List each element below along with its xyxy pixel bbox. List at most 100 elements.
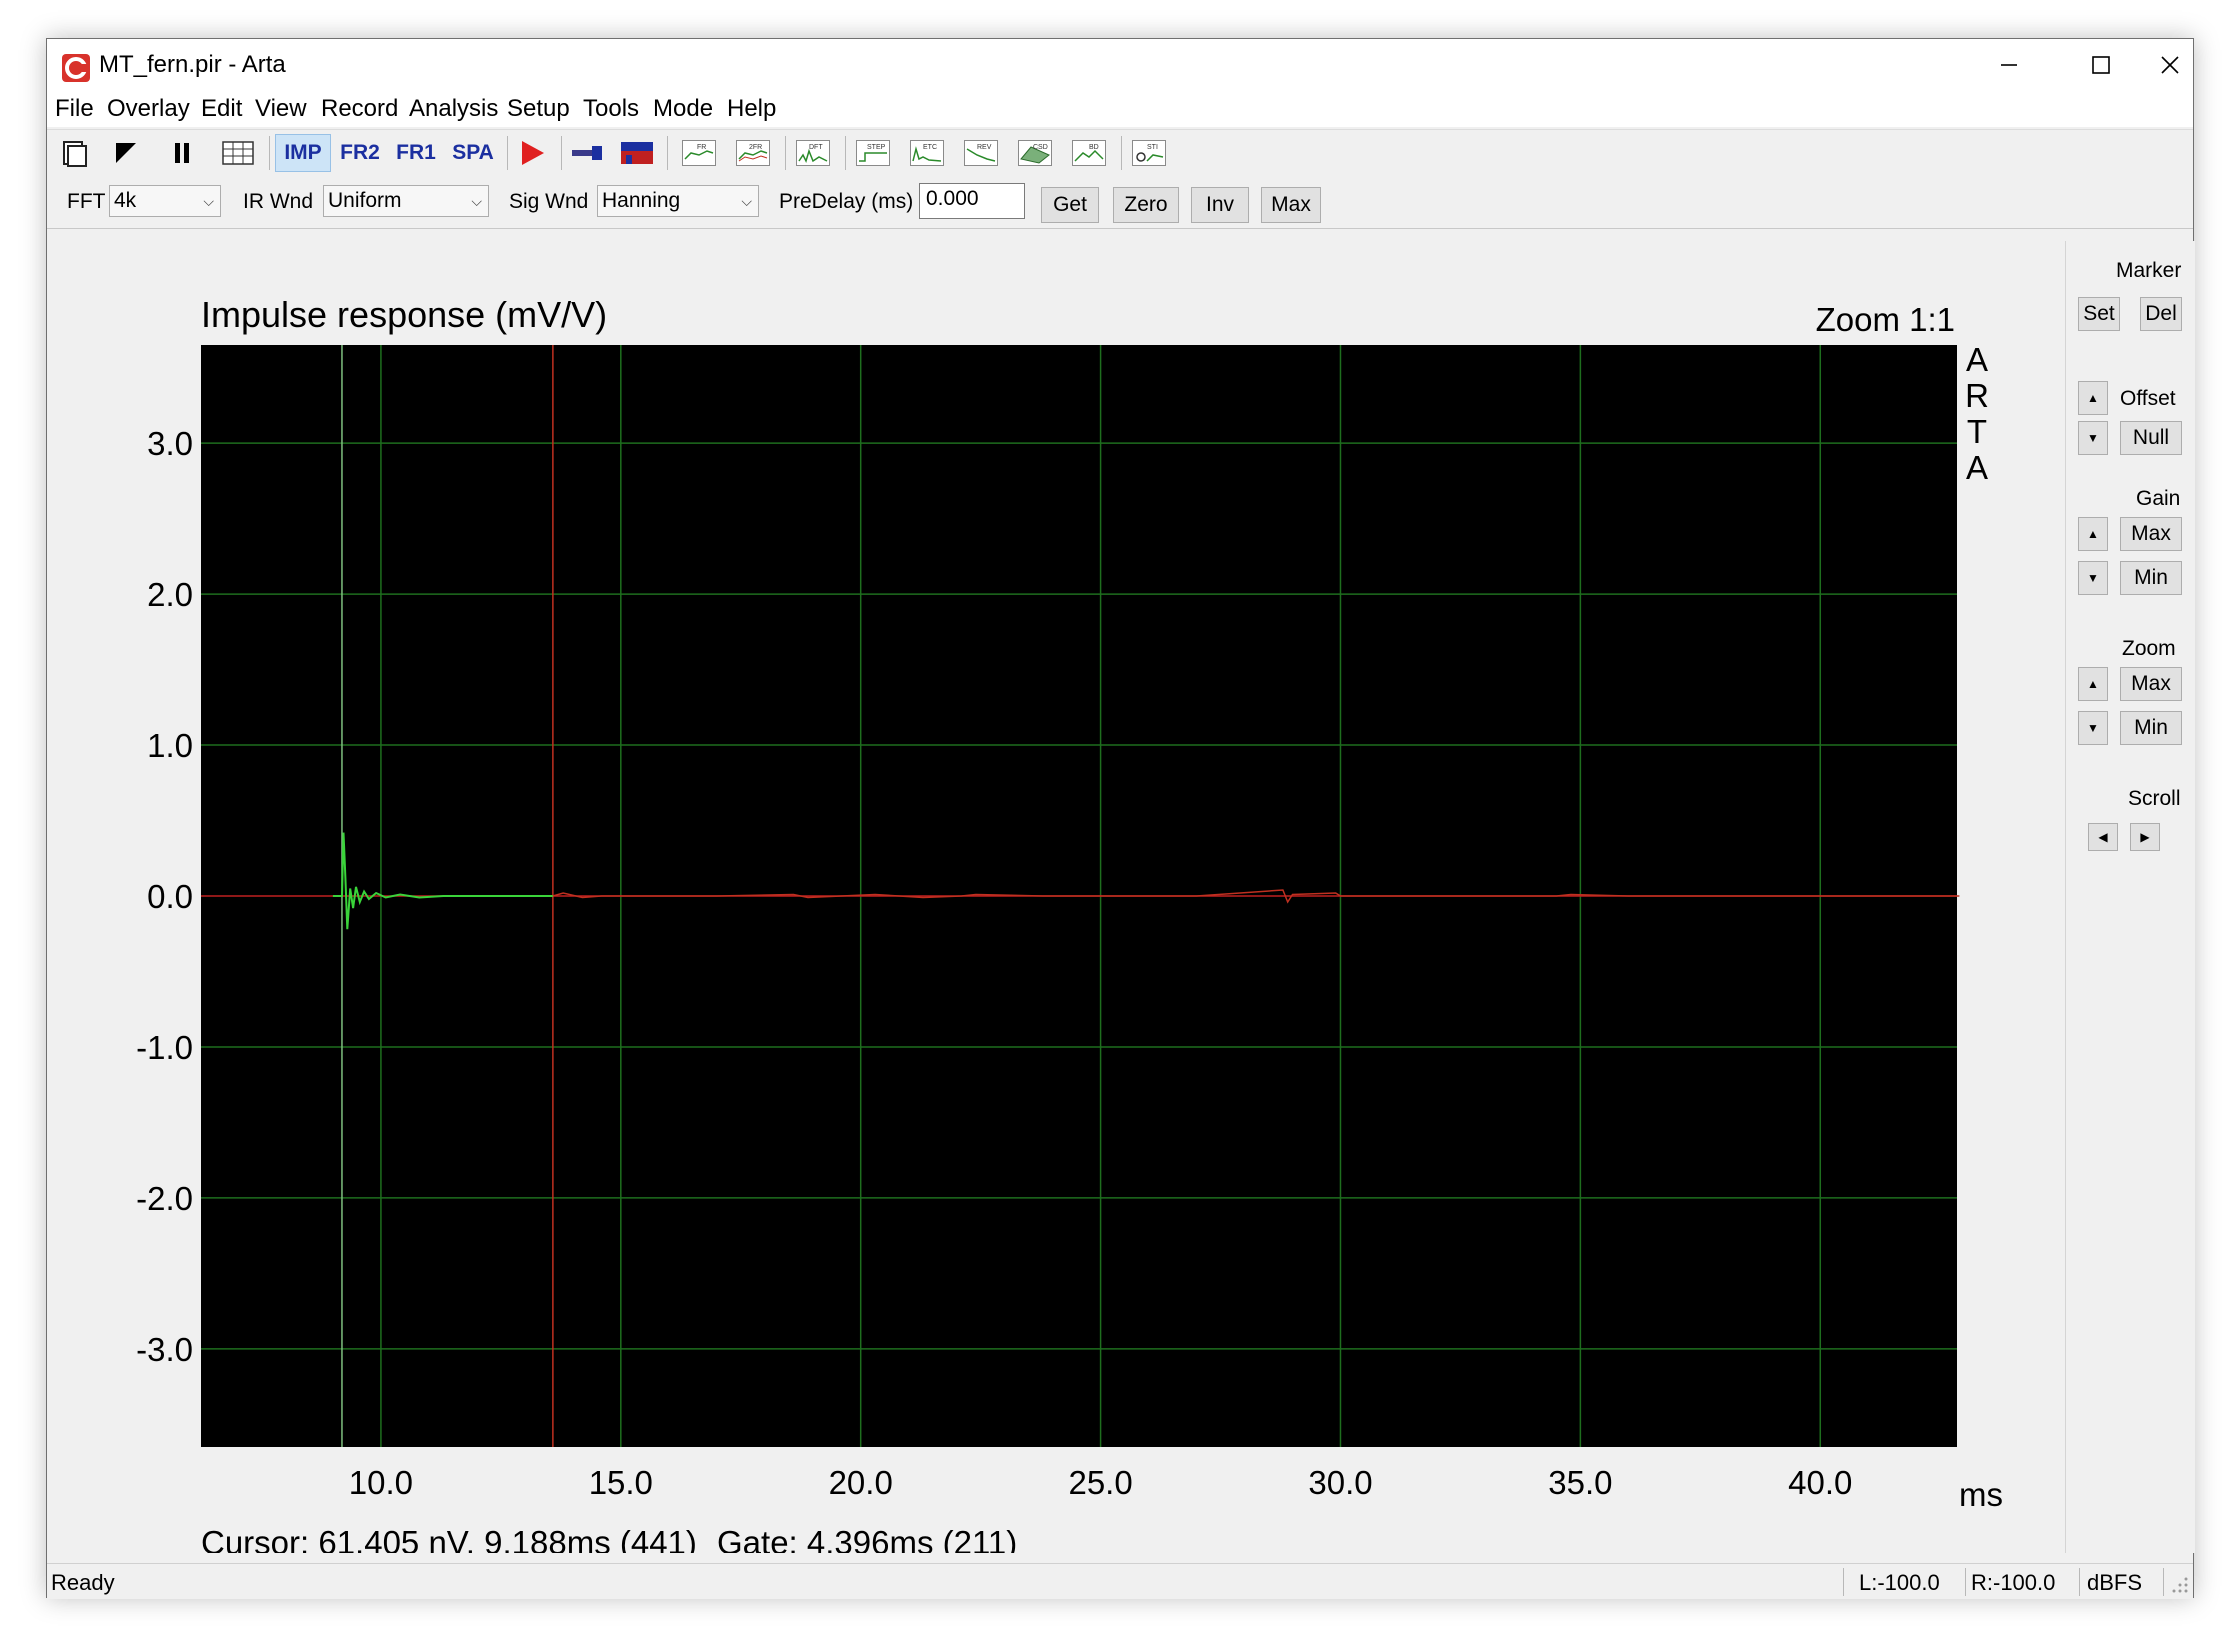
sig-wnd-select[interactable]: Hanning ⌵ <box>597 185 759 217</box>
chart-fr-button[interactable]: FR <box>677 134 721 172</box>
menu-edit[interactable]: Edit <box>201 95 242 123</box>
chevron-down-icon: ⌵ <box>203 193 214 209</box>
chart-csd-button[interactable]: CSD <box>1013 134 1057 172</box>
gate-readout: Gate: 4.396ms (211) <box>717 1524 1017 1553</box>
y-tick-label: -3.0 <box>136 1331 193 1368</box>
ir-wnd-select-value: Uniform <box>328 189 402 212</box>
window-title: MT_fern.pir - Arta <box>99 51 286 78</box>
record-button[interactable] <box>511 134 553 172</box>
gain-up-button[interactable]: ▲ <box>2078 517 2108 551</box>
gain-min-button[interactable]: Min <box>2120 561 2182 595</box>
gain-max-button[interactable]: Max <box>2120 517 2182 551</box>
single-shot-button[interactable] <box>107 134 145 172</box>
impulse-response-chart[interactable]: Impulse response (mV/V) Zoom 1:1 10.0 15.… <box>51 241 2065 1561</box>
mode-fr2-button[interactable]: FR2 <box>333 134 387 172</box>
y-tick-label: -2.0 <box>136 1180 193 1217</box>
scroll-left-button[interactable]: ◀ <box>2088 823 2118 851</box>
chevron-down-icon: ⌵ <box>741 193 752 209</box>
mode-fr2-label: FR2 <box>340 141 380 164</box>
marker-del-button[interactable]: Del <box>2140 297 2182 331</box>
resize-grip-icon[interactable] <box>2171 1576 2189 1594</box>
menu-help[interactable]: Help <box>727 95 776 123</box>
watermark-letter: T <box>1967 413 1987 450</box>
arrow-down-icon: ▼ <box>2087 721 2099 735</box>
marker-set-button[interactable]: Set <box>2078 297 2120 331</box>
get-button[interactable]: Get <box>1041 187 1099 223</box>
chart-bd-text: BD <box>1089 144 1099 151</box>
arrow-down-icon: ▼ <box>2087 431 2099 445</box>
arrow-up-icon: ▲ <box>2087 527 2099 541</box>
y-tick-label: 0.0 <box>147 878 193 915</box>
chart-2fr-text: 2FR <box>749 144 762 151</box>
new-button[interactable] <box>55 134 93 172</box>
maximize-button[interactable] <box>2055 39 2147 91</box>
max-button[interactable]: Max <box>1261 187 1321 223</box>
chart-bd-button[interactable]: BD <box>1067 134 1111 172</box>
chart-rev-text: REV <box>977 144 992 151</box>
zoom-down-button[interactable]: ▼ <box>2078 711 2108 745</box>
x-tick-label: 10.0 <box>349 1464 413 1501</box>
offset-down-button[interactable]: ▼ <box>2078 421 2108 455</box>
y-tick-label: -1.0 <box>136 1029 193 1066</box>
chart-etc-button[interactable]: ETC <box>905 134 949 172</box>
zoom-up-button[interactable]: ▲ <box>2078 667 2108 701</box>
maximize-icon <box>2092 56 2110 74</box>
chart-dft-button[interactable]: DFT <box>791 134 835 172</box>
gain-down-button[interactable]: ▼ <box>2078 561 2108 595</box>
menu-view[interactable]: View <box>255 95 307 123</box>
mode-fr1-button[interactable]: FR1 <box>389 134 443 172</box>
arrow-down-icon: ▼ <box>2087 571 2099 585</box>
chart-title: Impulse response (mV/V) <box>201 294 607 335</box>
menu-bar: File Overlay Edit View Record Analysis S… <box>47 91 2193 127</box>
y-tick-label: 1.0 <box>147 727 193 764</box>
menu-analysis[interactable]: Analysis <box>409 95 498 123</box>
ir-wnd-select[interactable]: Uniform ⌵ <box>323 185 489 217</box>
mode-imp-button[interactable]: IMP <box>275 134 331 172</box>
single-shot-icon <box>116 143 136 163</box>
chart-sti-button[interactable]: STI <box>1127 134 1171 172</box>
minimize-icon <box>2001 64 2017 66</box>
spectrogram-button[interactable] <box>617 134 657 172</box>
menu-setup[interactable]: Setup <box>507 95 570 123</box>
zoom-min-button[interactable]: Min <box>2120 711 2182 745</box>
step-chart-icon: STEP <box>856 140 890 166</box>
arta-watermark: ARTA <box>1965 341 1989 486</box>
csd-chart-icon: CSD <box>1018 140 1052 166</box>
watermark-letter: R <box>1965 377 1989 414</box>
offset-null-button[interactable]: Null <box>2120 421 2182 455</box>
title-bar[interactable]: MT_fern.pir - Arta <box>47 39 2193 91</box>
2fr-chart-icon: 2FR <box>736 140 770 166</box>
minimize-button[interactable] <box>1963 39 2055 91</box>
new-document-icon <box>63 141 87 167</box>
predelay-input[interactable]: 0.000 <box>919 183 1025 219</box>
etc-chart-icon: ETC <box>910 140 944 166</box>
plot-area: Impulse response (mV/V) Zoom 1:1 10.0 15.… <box>51 241 2065 1561</box>
menu-record[interactable]: Record <box>321 95 398 123</box>
menu-file[interactable]: File <box>55 95 94 123</box>
menu-tools[interactable]: Tools <box>583 95 639 123</box>
zoom-max-button[interactable]: Max <box>2120 667 2182 701</box>
menu-mode[interactable]: Mode <box>653 95 713 123</box>
x-tick-label: 15.0 <box>589 1464 653 1501</box>
fft-select[interactable]: 4k ⌵ <box>109 185 221 217</box>
table-button[interactable] <box>219 134 257 172</box>
predelay-label: PreDelay (ms) <box>779 190 914 213</box>
chart-rev-button[interactable]: REV <box>959 134 1003 172</box>
fft-select-value: 4k <box>114 189 137 212</box>
inv-button[interactable]: Inv <box>1191 187 1249 223</box>
offset-up-button[interactable]: ▲ <box>2078 381 2108 415</box>
sti-chart-icon: STI <box>1132 140 1166 166</box>
chart-2fr-button[interactable]: 2FR <box>731 134 775 172</box>
mode-imp-label: IMP <box>284 141 322 164</box>
ir-wnd-label: IR Wnd <box>243 190 314 213</box>
zero-button[interactable]: Zero <box>1113 187 1179 223</box>
pause-button[interactable] <box>163 134 201 172</box>
mode-spa-button[interactable]: SPA <box>445 134 501 172</box>
arrow-right-icon: ▶ <box>2140 830 2150 844</box>
close-button[interactable] <box>2147 39 2193 91</box>
scroll-right-button[interactable]: ▶ <box>2130 823 2160 851</box>
generator-button[interactable] <box>567 134 607 172</box>
chart-step-button[interactable]: STEP <box>851 134 895 172</box>
cursor-readout: Cursor: 61.405 nV, 9.188ms (441) <box>201 1524 697 1553</box>
menu-overlay[interactable]: Overlay <box>107 95 190 123</box>
